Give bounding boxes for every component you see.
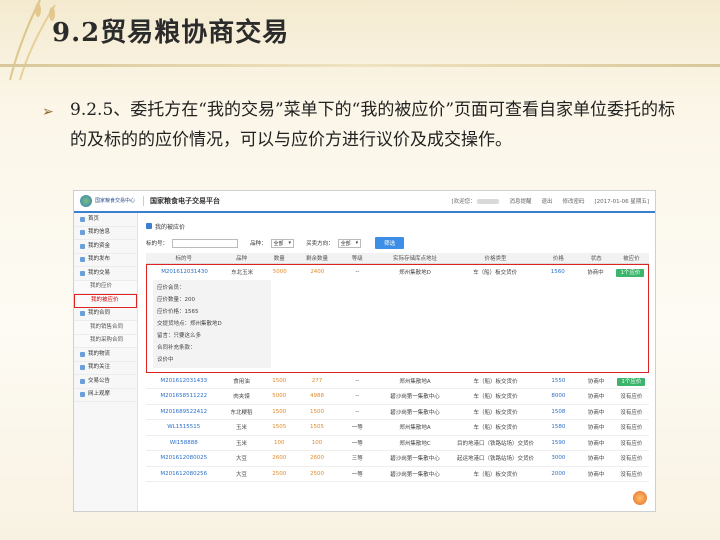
variety-select[interactable]: 全部 ▾ — [270, 238, 295, 248]
sidebar: 首页 我的信息 我的资金 我的发布 我的交易 我的应价 我的被应价 我的合同 我… — [74, 213, 138, 511]
variety-label: 品种： — [250, 241, 267, 247]
app-header: 国家粮食交易中心 国家粮食电子交易平台 [欢迎您： 消息提醒 退出 修改密码 [… — [74, 191, 655, 213]
header-right: [欢迎您： 消息提醒 退出 修改密码 [2017-01-06 星期五] — [452, 197, 649, 205]
direction-label: 买卖方向： — [306, 241, 334, 247]
messages-link[interactable]: 消息提醒 — [509, 197, 531, 205]
col-qty: 数量 — [261, 253, 297, 264]
code-label: 标的号： — [146, 241, 169, 247]
highlighted-bid-box: M201612031430 东北玉米 5000 2400 -- 郑州集散地D 车… — [146, 263, 649, 373]
sidebar-item-info[interactable]: 我的信息 — [74, 227, 137, 240]
sidebar-item-contracts[interactable]: 我的合同 — [74, 308, 137, 321]
chevron-down-icon: ▾ — [355, 240, 359, 246]
bids-table: M201612031433 食用油 1500 277 -- 郑州集散地A 车（船）板交货价 1… — [146, 373, 649, 482]
monitor-icon — [80, 392, 85, 398]
home-icon — [80, 216, 85, 222]
chat-help-icon[interactable] — [633, 491, 647, 505]
page-icon — [146, 223, 152, 229]
wallet-icon — [80, 243, 85, 249]
app-screenshot: 国家粮食交易中心 国家粮食电子交易平台 [欢迎您： 消息提醒 退出 修改密码 [… — [73, 190, 656, 512]
sidebar-item-funds[interactable]: 我的资金 — [74, 240, 137, 254]
sidebar-item-sales-contracts[interactable]: 我的销售合同 — [74, 321, 137, 335]
table-row[interactable]: M201612080256 大豆 2500 2500 一等 碧沙岗第一集散中心 车（船）板交… — [146, 466, 649, 482]
title-divider — [0, 64, 720, 67]
sidebar-item-publish[interactable]: 我的发布 — [74, 254, 137, 267]
col-code: 标的号 — [146, 253, 222, 264]
table-row[interactable]: M201612031433 食用油 1500 277 -- 郑州集散地A 车（船）板交货价 1… — [146, 373, 649, 389]
trade-icon — [80, 270, 85, 276]
bid-count-button[interactable]: 1个应价 — [617, 377, 646, 386]
sidebar-item-trade[interactable]: 我的交易 — [74, 267, 137, 281]
code-input[interactable] — [172, 238, 239, 248]
col-price-type: 价格类型 — [452, 253, 539, 264]
direction-select[interactable]: 全部 ▾ — [337, 238, 362, 248]
sidebar-item-follow[interactable]: 我的关注 — [74, 362, 137, 375]
sidebar-item-home[interactable]: 首页 — [74, 213, 137, 227]
main-content: 我的被应价 标的号： 品种： 全部 ▾ 买卖方向： 全部 ▾ 筛选 标的号 品种 数… — [138, 213, 655, 511]
col-price: 价格 — [538, 253, 579, 264]
sidebar-item-my-bids[interactable]: 我的应价 — [74, 280, 137, 294]
table-row[interactable]: M201612080025 大豆 2600 2600 三等 碧沙岗第一集散中心 起运地港口（… — [146, 450, 649, 467]
col-status: 状态 — [578, 253, 614, 264]
row-code[interactable]: M201612031430 — [147, 265, 222, 281]
sidebar-item-logistics[interactable]: 我的物流 — [74, 348, 137, 362]
date-text: [2017-01-06 星期五] — [594, 199, 649, 205]
chevron-down-icon: ▾ — [288, 240, 292, 246]
breadcrumb: 我的被应价 — [146, 219, 649, 233]
slide-paragraph: 9.2.5、委托方在“我的交易”菜单下的“我的被应价”页面可查看自家单位委托的标… — [70, 100, 676, 150]
logout-link[interactable]: 退出 — [541, 197, 552, 205]
sidebar-item-observe[interactable]: 网上观摩 — [74, 389, 137, 402]
bullet-arrow-icon: ➢ — [42, 104, 54, 120]
title-bar: 9.2贸易粮协商交易 — [0, 0, 720, 66]
truck-icon — [80, 351, 85, 357]
table-row[interactable]: WL1515515 玉米 1505 1505 一等 郑州集散地A 车（船）板交货价 1580 协… — [146, 419, 649, 436]
logo-icon — [80, 195, 92, 207]
table-header-row: 标的号 品种 数量 剩余数量 等级 实际存储库点地址 价格类型 价格 状态 被应… — [146, 253, 649, 264]
heart-icon — [80, 365, 85, 371]
publish-icon — [80, 257, 85, 263]
filter-bar: 标的号： 品种： 全部 ▾ 买卖方向： 全部 ▾ 筛选 — [146, 237, 649, 249]
table-row[interactable]: M201612031430 东北玉米 5000 2400 -- 郑州集散地D 车… — [147, 265, 648, 281]
sidebar-item-purchase-contracts[interactable]: 我的采购合同 — [74, 334, 137, 348]
bid-count-button[interactable]: 1个应价 — [616, 269, 645, 278]
col-action: 被应价 — [613, 253, 649, 264]
user-icon — [80, 230, 85, 236]
col-remain: 剩余数量 — [296, 253, 338, 264]
table-row[interactable]: WI158888 玉米 100 100 一等 郑州集散地C 目的地港口（铁路站场）交货价 15… — [146, 435, 649, 451]
col-grade: 等级 — [337, 253, 378, 264]
sidebar-item-notices[interactable]: 交易公告 — [74, 375, 137, 389]
logo-text: 国家粮食交易中心 — [95, 198, 136, 204]
slide-title: 9.2贸易粮协商交易 — [52, 18, 290, 48]
bid-details-panel: 应价会员： 应价数量：200 应价价格：1565 交提货地点：郑州集散地D 留言… — [153, 280, 271, 368]
table-row[interactable]: M201658511222 肉夹馍 5000 4988 -- 碧沙岗第一集散中心 车（船）板… — [146, 388, 649, 405]
negotiate-link[interactable]: 议价中 — [157, 354, 267, 366]
col-address: 实际存储库点地址 — [377, 253, 453, 264]
col-variety: 品种 — [221, 253, 262, 264]
notice-icon — [80, 378, 85, 384]
sidebar-item-bids-received[interactable]: 我的被应价 — [74, 294, 137, 308]
change-password-link[interactable]: 修改密码 — [562, 197, 584, 205]
bids-table-header: 标的号 品种 数量 剩余数量 等级 实际存储库点地址 价格类型 价格 状态 被应… — [146, 253, 649, 264]
system-name: 国家粮食电子交易平台 — [143, 196, 220, 206]
welcome-text: [欢迎您： — [452, 197, 500, 205]
filter-button[interactable]: 筛选 — [375, 237, 405, 249]
contract-icon — [80, 311, 85, 317]
table-row[interactable]: M201689522412 东北粳稻 1500 1500 -- 碧沙岗第一集散中心 车（船）… — [146, 404, 649, 420]
